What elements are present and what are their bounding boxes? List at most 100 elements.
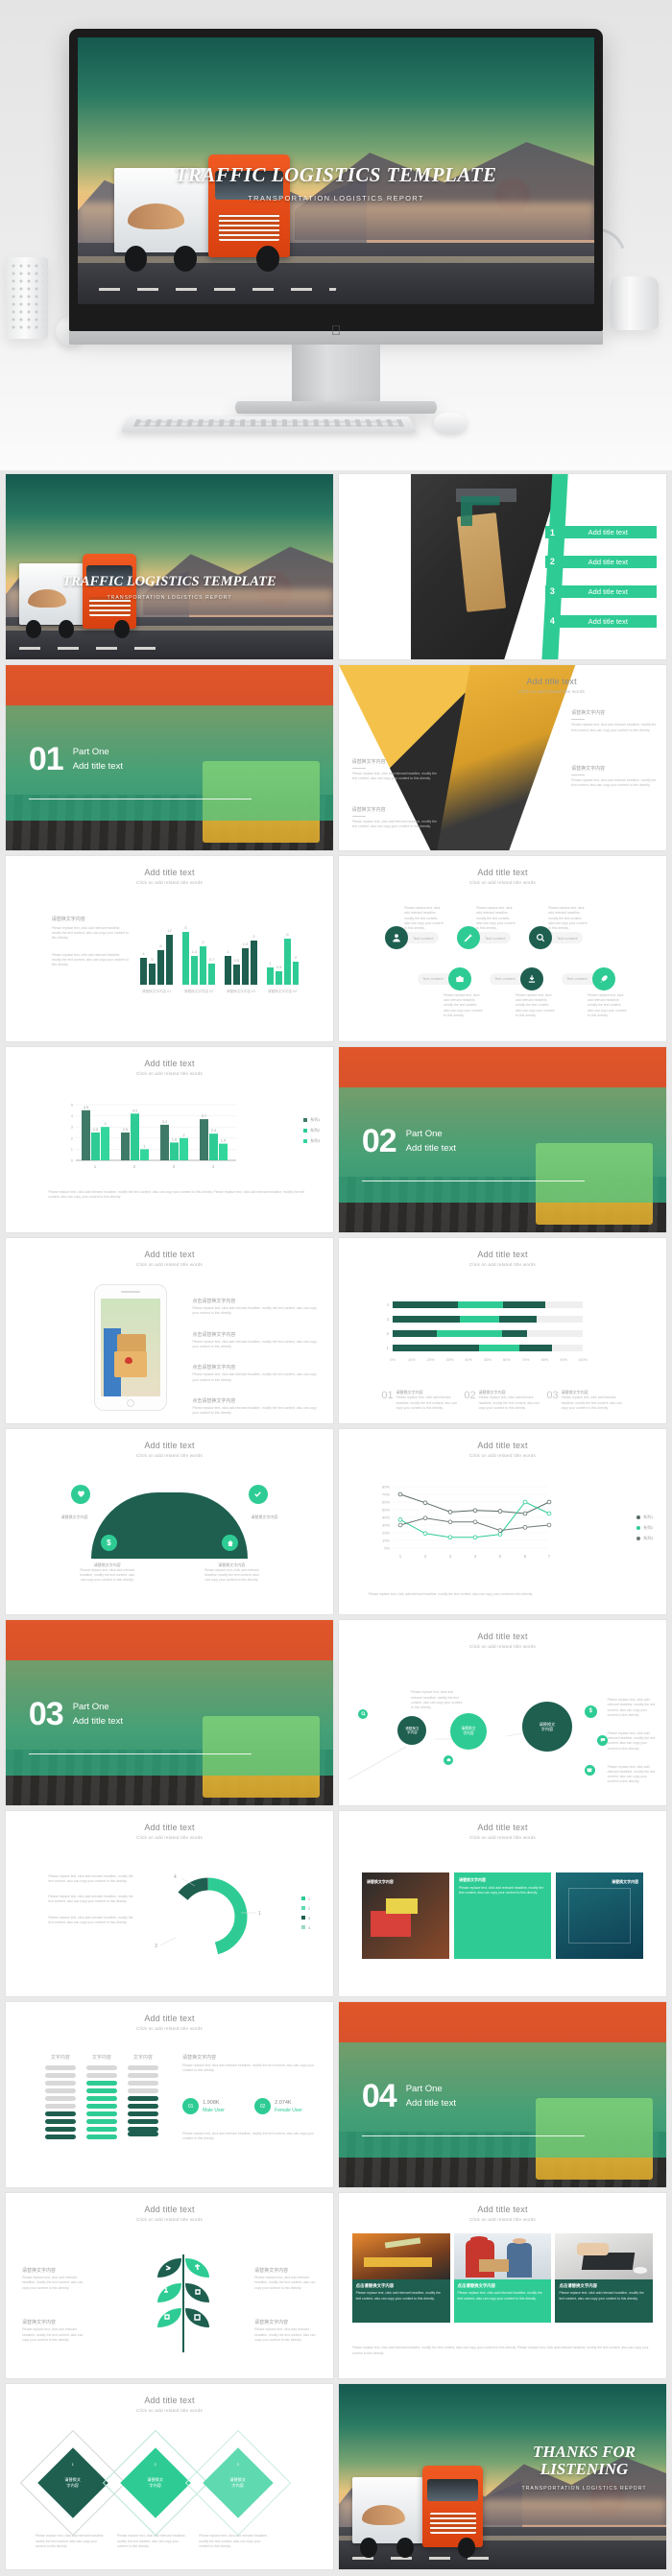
slide-phone-list[interactable]: Add title text Click on add related titl…: [6, 1238, 333, 1423]
slide-bar-chart-legend[interactable]: Add title text Click on add related titl…: [6, 1047, 333, 1232]
imac-screen: TRAFFIC LOGISTICS TEMPLATE TRANSPORTATIO…: [78, 37, 594, 304]
slide-donut[interactable]: Add title text Click on add related titl…: [6, 1811, 333, 1996]
photo-tile-2[interactable]: 请替换文字内容 Please replace text, click add r…: [453, 1872, 552, 1960]
dollar-icon[interactable]: $: [100, 1535, 117, 1551]
item-label: 请替换文字内容: [251, 1514, 278, 1519]
agenda-item-2[interactable]: 2 Add title text: [544, 555, 657, 568]
slide-diagonal-road[interactable]: Add title text Click on add related titl…: [339, 665, 666, 850]
rocket-icon: [591, 966, 615, 990]
slide-subtitle: Click on add related title words: [469, 1261, 536, 1267]
imac-mockup: TRAFFIC LOGISTICS TEMPLATE TRANSPORTATIO…: [69, 29, 603, 414]
slide-thanks[interactable]: THANKS FOR LISTENING TRANSPORTATION LOGI…: [339, 2384, 666, 2569]
agenda-item-1[interactable]: 1 Add title text: [544, 526, 657, 539]
side-heading: 请替换文字内容: [51, 916, 85, 922]
svg-text:7: 7: [548, 1554, 551, 1559]
part-number: 04: [361, 2078, 397, 2115]
slide-hbar-stacked[interactable]: Add title text Click on add related titl…: [339, 1238, 666, 1423]
part-number: 01: [28, 741, 64, 778]
step-note: Please replace text, click add relevant …: [548, 906, 588, 931]
thanks-line1: THANKS FOR: [532, 2442, 636, 2461]
svg-text:4: 4: [211, 1164, 214, 1169]
agenda-item-3[interactable]: 3 Add title text: [544, 584, 657, 598]
apple-logo-icon: : [330, 323, 343, 338]
slide-icon-process[interactable]: Add title text Click on add related titl…: [339, 856, 666, 1041]
side-body: Please replace text, click add relevant …: [51, 925, 129, 941]
diamond-1[interactable]: 请替换文 字内容 1: [19, 2429, 126, 2536]
svg-text:10%: 10%: [408, 1358, 416, 1362]
stat-label: Female User: [275, 2107, 302, 2113]
svg-text:1: 1: [270, 961, 273, 966]
bubble-2[interactable]: 请替换文 字内容: [449, 1712, 487, 1750]
diamond-3[interactable]: 请替换文 字内容 3: [184, 2429, 291, 2536]
svg-text:5: 5: [499, 1554, 502, 1559]
diamond-number: 1: [71, 2461, 74, 2467]
slide-semicircle[interactable]: Add title text Click on add related titl…: [6, 1429, 333, 1614]
footer-body: Please replace text, click add relevant …: [561, 1395, 622, 1410]
check-icon[interactable]: [248, 1484, 268, 1504]
svg-text:4: 4: [174, 1874, 177, 1880]
process-step-4[interactable]: Text content: [417, 966, 471, 990]
legend-label: 4: [307, 1924, 311, 1930]
slide-subtitle: Click on add related title words: [136, 1452, 203, 1458]
part-line2: Add title text: [405, 1143, 456, 1155]
slide-title: Add title text: [144, 1250, 195, 1259]
slide-part-three[interactable]: 03 Part One Add title text: [6, 1620, 333, 1805]
gift-icon[interactable]: [584, 1764, 595, 1776]
slide-photo-tiles[interactable]: Add title text Click on add related titl…: [339, 1811, 666, 1996]
slide-diamonds[interactable]: Add title text Click on add related titl…: [6, 2384, 333, 2569]
photo-card-1[interactable]: 点击请替换文字内容 Please replace text, click add…: [351, 2233, 450, 2324]
briefcase-icon[interactable]: [444, 1754, 454, 1765]
svg-text:30%: 30%: [446, 1358, 454, 1362]
step-note: Please replace text, click add relevant …: [476, 906, 516, 931]
slide-line-chart[interactable]: Add title text Click on add related titl…: [339, 1429, 666, 1614]
card-photo: [453, 2233, 552, 2280]
svg-text:2: 2: [132, 1164, 135, 1169]
slide-bar-groups[interactable]: Add title text Click on add related titl…: [6, 856, 333, 1041]
agenda-item-4[interactable]: 4 Add title text: [544, 614, 657, 628]
diamond-label: 请替换文 字内容: [147, 2477, 164, 2488]
slide-agenda[interactable]: 1 Add title text 2 Add title text 3 Add …: [339, 474, 666, 659]
svg-text:5: 5: [152, 957, 155, 962]
legend-swatch: [303, 1118, 308, 1123]
svg-text:2: 2: [295, 955, 298, 960]
slide-title: Add title text: [144, 1441, 195, 1450]
process-step-5[interactable]: Text content: [489, 966, 543, 990]
slide-photo-cards[interactable]: Add title text Click on add related titl…: [339, 2193, 666, 2378]
dollar-icon[interactable]: $: [584, 1705, 597, 1718]
slide-pill-columns[interactable]: Add title text Click on add related titl…: [6, 2002, 333, 2187]
svg-text:20%: 20%: [427, 1358, 435, 1362]
svg-text:3.2: 3.2: [161, 1119, 167, 1124]
card-heading: 点击请替换文字内容: [355, 2283, 395, 2289]
svg-text:4.2: 4.2: [132, 1108, 137, 1112]
slide-row: Add title text Click on add related titl…: [6, 856, 666, 1041]
svg-text:1: 1: [228, 949, 230, 954]
svg-text:90%: 90%: [560, 1358, 567, 1362]
slide-cover[interactable]: TRAFFIC LOGISTICS TEMPLATE TRANSPORTATIO…: [6, 474, 333, 659]
photo-card-2[interactable]: 点击请替换文字内容 Please replace text, click add…: [453, 2233, 552, 2324]
home-icon[interactable]: [222, 1535, 239, 1551]
entry-body: Please replace text, click add relevant …: [192, 1339, 317, 1348]
process-step-6[interactable]: Text content: [561, 966, 615, 990]
decor-vase-left: [6, 257, 48, 339]
slide-bubbles[interactable]: Add title text Click on add related titl…: [339, 1620, 666, 1805]
heart-icon[interactable]: [71, 1484, 91, 1504]
slide-part-one[interactable]: 01 Part One Add title text: [6, 665, 333, 850]
footer-item-02: 02 请替换文字内容 Please replace text, click ad…: [464, 1390, 540, 1411]
slide-part-four[interactable]: 04 Part One Add title text: [339, 2002, 666, 2187]
legend-label: 3: [307, 1915, 311, 1920]
bubble-3[interactable]: 请替换文 字内容: [521, 1701, 572, 1752]
slide-row: TRAFFIC LOGISTICS TEMPLATE TRANSPORTATIO…: [6, 474, 666, 659]
svg-text:0: 0: [70, 1158, 73, 1163]
slide-tree[interactable]: Add title text Click on add related titl…: [6, 2193, 333, 2378]
slide-subtitle: Click on add related title words: [136, 1070, 203, 1076]
diamond-label: 请替换文 字内容: [64, 2477, 82, 2488]
note-body: Please replace text, click add relevant …: [22, 2276, 84, 2290]
stacked-hbar-chart: 4321 0% 10% 20% 30% 40% 50% 60% 70% 80% …: [386, 1300, 588, 1362]
photo-card-3[interactable]: 点击请替换文字内容 Please replace text, click add…: [555, 2233, 654, 2324]
svg-text:50%: 50%: [382, 1508, 390, 1513]
svg-text:80%: 80%: [541, 1358, 549, 1362]
note-body: Please replace text, click add relevant …: [22, 2327, 84, 2342]
slide-part-two[interactable]: 02 Part One Add title text: [339, 1047, 666, 1232]
diamond-2[interactable]: 请替换文 字内容 2: [102, 2429, 208, 2536]
user-icon: [384, 926, 408, 950]
